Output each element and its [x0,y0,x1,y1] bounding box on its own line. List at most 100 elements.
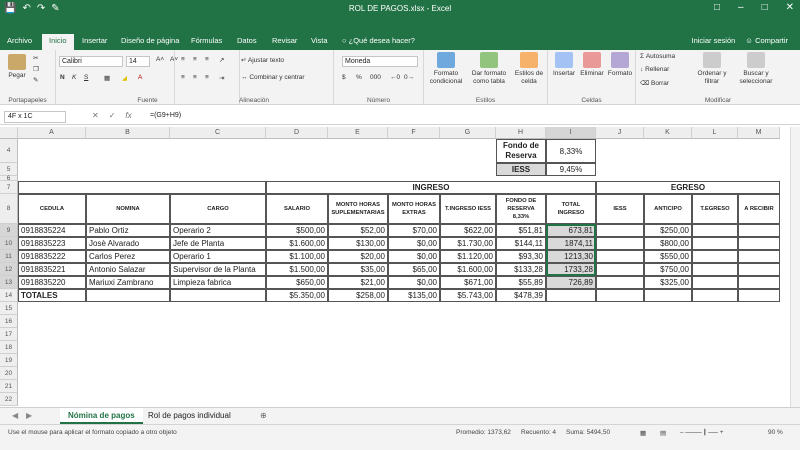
font-name-select[interactable]: Calibri [59,56,123,67]
column-header-l[interactable]: L [692,127,738,139]
align-bottom-icon[interactable]: ≡ [205,56,209,63]
column-title[interactable]: T.INGRESO IESS [440,194,496,224]
table-cell[interactable]: Antonio Salazar [86,263,170,276]
iess-label[interactable]: IESS [496,163,546,176]
ribbon-options-icon[interactable]: □ [714,2,720,13]
select-all-corner[interactable] [0,127,18,139]
column-header-c[interactable]: C [170,127,266,139]
formula-input[interactable]: =(G9+H9) [150,112,181,119]
table-cell[interactable]: $671,00 [440,276,496,289]
column-header-e[interactable]: E [328,127,388,139]
row-header-21[interactable]: 21 [0,380,18,393]
delete-cells-button[interactable]: Eliminar [578,52,606,78]
fondo-reserva-value[interactable]: 8,33% [546,139,596,163]
table-cell[interactable]: $500,00 [266,224,328,237]
table-cell[interactable]: $52,00 [328,224,388,237]
find-select-button[interactable]: Buscar y seleccionar [734,52,778,86]
table-cell[interactable]: 1213,30 [546,250,596,263]
table-cell[interactable]: 726,89 [546,276,596,289]
tab-archivo[interactable]: Archivo [7,36,32,45]
row-header-15[interactable]: 15 [0,302,18,315]
row-header-10[interactable]: 10 [0,237,18,250]
totals-cell[interactable]: $135,00 [388,289,440,302]
font-color-icon[interactable]: A [138,74,142,81]
row-header-4[interactable]: 4 [0,139,18,163]
wrap-text-button[interactable]: ↵ Ajustar texto [241,56,284,64]
column-title[interactable]: ANTICIPO [644,194,692,224]
bold-icon[interactable]: N [60,74,65,81]
borders-icon[interactable]: ▦ [104,74,110,82]
table-cell[interactable]: Limpieza fabrica [170,276,266,289]
autosum-button[interactable]: Σ Autosuma [640,53,675,60]
sheet-tab-nomina[interactable]: Nómina de pagos [60,408,143,424]
percent-icon[interactable]: % [356,74,362,81]
column-header-m[interactable]: M [738,127,780,139]
tab-vista[interactable]: Vista [311,36,328,45]
copy-icon[interactable]: ❐ [33,65,39,73]
table-cell[interactable] [692,250,738,263]
table-cell[interactable]: $70,00 [388,224,440,237]
table-cell[interactable]: Jefe de Planta [170,237,266,250]
column-title[interactable]: MONTO HORAS SUPLEMENTARIAS [328,194,388,224]
table-cell[interactable]: $800,00 [644,237,692,250]
clear-button[interactable]: ⌫ Borrar [640,79,669,87]
column-header-k[interactable]: K [644,127,692,139]
italic-icon[interactable]: K [72,74,76,81]
fondo-reserva-label[interactable]: Fondo de Reserva [496,139,546,163]
row-header-18[interactable]: 18 [0,341,18,354]
tab-inicio[interactable]: Inicio [42,34,74,50]
name-box[interactable]: 4F x 1C [4,111,66,123]
table-cell[interactable] [596,263,644,276]
row-header-14[interactable]: 14 [0,289,18,302]
tab-diseno[interactable]: Diseño de página [121,36,179,45]
table-cell[interactable]: 0918835224 [18,224,86,237]
align-center-icon[interactable]: ≡ [193,74,197,81]
sheet-nav-next-icon[interactable]: ▶ [18,408,40,424]
normal-view-icon[interactable]: ▦ [640,429,646,437]
underline-icon[interactable]: S [84,74,88,81]
table-cell[interactable]: $1.600,00 [440,263,496,276]
table-cell[interactable]: Pablo Ortiz [86,224,170,237]
table-cell[interactable]: $550,00 [644,250,692,263]
table-cell[interactable]: $650,00 [266,276,328,289]
align-right-icon[interactable]: ≡ [205,74,209,81]
column-header-j[interactable]: J [596,127,644,139]
column-title[interactable]: CARGO [170,194,266,224]
table-cell[interactable]: $65,00 [388,263,440,276]
table-cell[interactable]: $1.120,00 [440,250,496,263]
row-header-16[interactable]: 16 [0,315,18,328]
table-cell[interactable]: 0918835221 [18,263,86,276]
table-cell[interactable]: Operario 2 [170,224,266,237]
table-cell[interactable] [596,237,644,250]
column-header-f[interactable]: F [388,127,440,139]
totals-cell[interactable] [170,289,266,302]
ingreso-header[interactable]: INGRESO [266,181,596,194]
column-title[interactable]: NOMINA [86,194,170,224]
table-cell[interactable]: Carlos Perez [86,250,170,263]
column-header-a[interactable]: A [18,127,86,139]
tab-insertar[interactable]: Insertar [82,36,107,45]
enter-icon[interactable]: ✓ [109,111,116,120]
table-cell[interactable]: $1.600,00 [266,237,328,250]
add-sheet-icon[interactable]: ⊕ [252,408,275,424]
column-title[interactable]: TOTAL INGRESO [546,194,596,224]
table-cell[interactable]: $750,00 [644,263,692,276]
cancel-icon[interactable]: ✕ [92,111,99,120]
zoom-level[interactable]: 90 % [768,429,783,436]
fill-color-icon[interactable]: ◢ [122,74,127,82]
paste-button[interactable]: Pegar [4,54,30,80]
conditional-format-button[interactable]: Formato condicional [426,52,466,86]
sheet-tab-rol[interactable]: Rol de pagos individual [140,408,239,424]
brush-icon[interactable]: ✎ [33,76,38,84]
maximize-icon[interactable]: □ [762,2,768,13]
totals-cell[interactable] [86,289,170,302]
table-cell[interactable] [738,250,780,263]
table-cell[interactable]: $133,28 [496,263,546,276]
table-cell[interactable]: $1.500,00 [266,263,328,276]
totals-cell[interactable]: $5.350,00 [266,289,328,302]
table-cell[interactable]: $130,00 [328,237,388,250]
merge-center-button[interactable]: ↔ Combinar y centrar [241,74,305,81]
thousands-icon[interactable]: 000 [370,74,381,81]
column-title[interactable]: A RECIBIR [738,194,780,224]
tab-datos[interactable]: Datos [237,36,257,45]
